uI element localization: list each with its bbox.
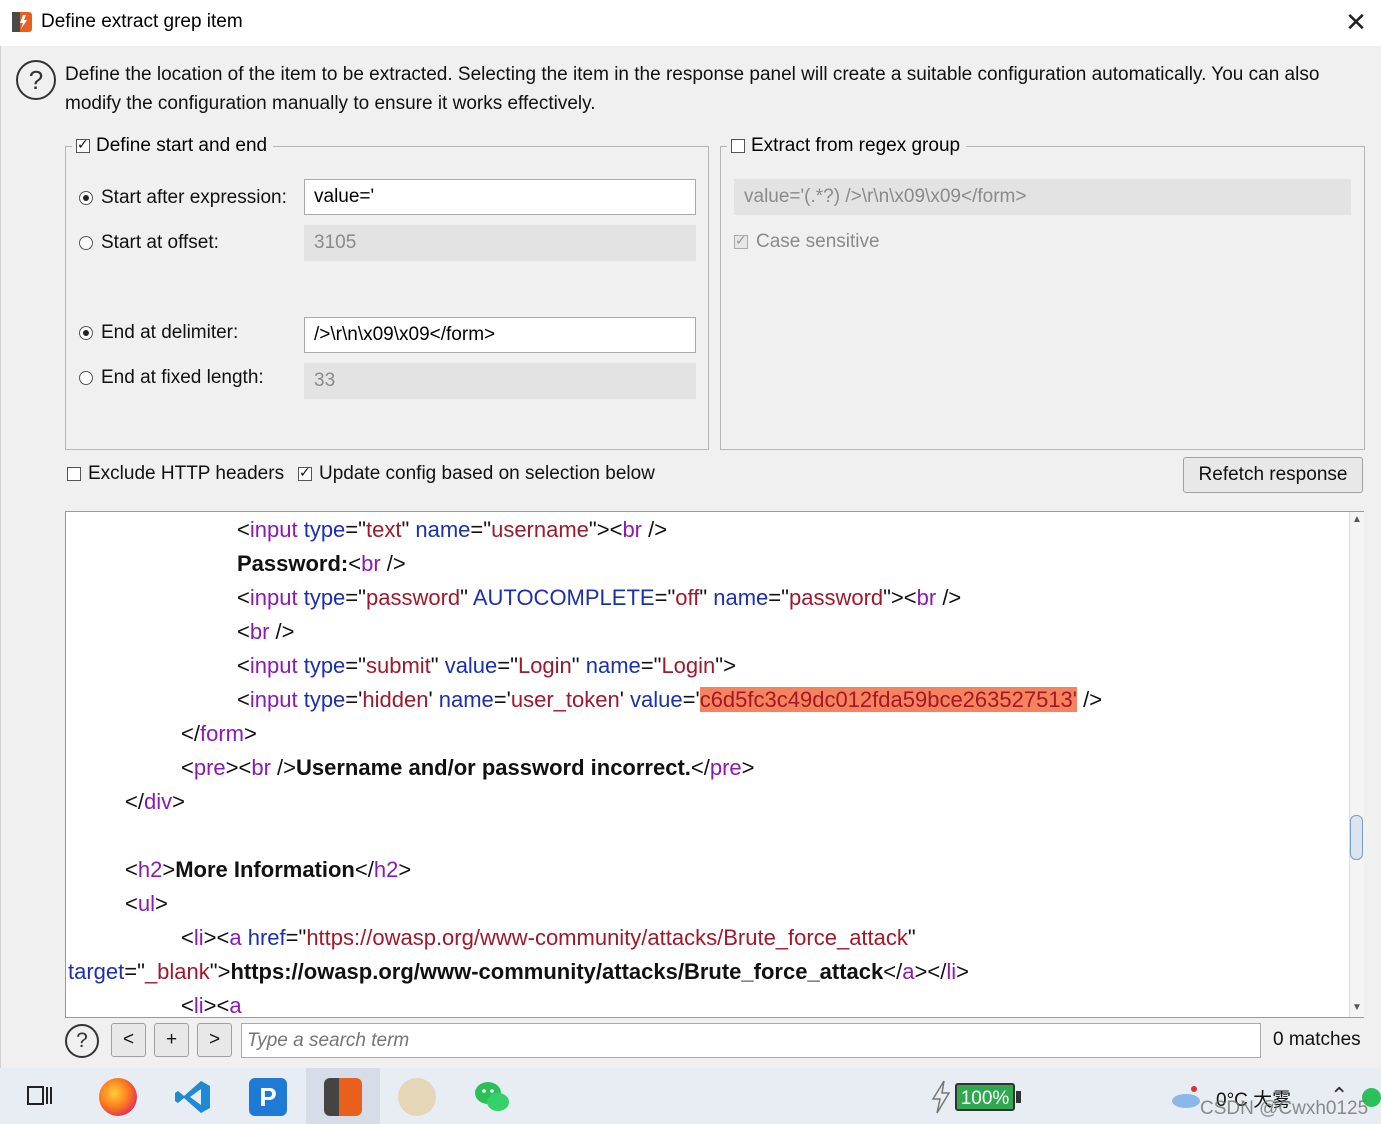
close-icon[interactable]: ✕	[1340, 6, 1372, 38]
scroll-down-icon[interactable]: ▼	[1352, 1002, 1362, 1013]
vertical-scrollbar[interactable]	[1349, 512, 1364, 1017]
update-config-label: Update config based on selection below	[319, 463, 655, 484]
power-icon	[930, 1080, 952, 1114]
burp-app-icon	[12, 12, 32, 32]
code-line: <ul>	[125, 891, 168, 916]
regex-group-label: Extract from regex group	[751, 135, 961, 156]
update-config-option[interactable]: Update config based on selection below	[298, 463, 655, 485]
define-start-end-label: Define start and end	[96, 135, 268, 156]
wechat-icon[interactable]	[473, 1078, 511, 1116]
search-add-button[interactable]: +	[154, 1023, 189, 1057]
start-offset-radio[interactable]	[79, 236, 93, 250]
response-panel[interactable]: <input type="text" name="username"><br /…	[65, 511, 1364, 1018]
exclude-headers-option[interactable]: Exclude HTTP headers	[67, 463, 284, 485]
scroll-up-icon[interactable]: ▲	[1352, 514, 1362, 525]
battery-indicator[interactable]: 100%	[955, 1083, 1015, 1111]
code-line: </form>	[181, 721, 257, 746]
end-fixed-length-label: End at fixed length:	[101, 367, 264, 388]
start-after-radio[interactable]	[79, 191, 93, 205]
code-line: <input type="submit" value="Login" name=…	[237, 653, 736, 678]
end-delimiter-option[interactable]: End at delimiter:	[79, 322, 238, 344]
match-count: 0 matches	[1273, 1029, 1361, 1050]
firefox-icon[interactable]	[99, 1078, 137, 1116]
define-start-end-checkbox[interactable]	[76, 136, 90, 153]
exclude-headers-label: Exclude HTTP headers	[88, 463, 285, 484]
code-line: <pre><br />Username and/or password inco…	[181, 755, 755, 780]
search-prev-button[interactable]: <	[111, 1023, 146, 1057]
start-offset-option[interactable]: Start at offset:	[79, 232, 219, 254]
exclude-headers-checkbox[interactable]	[67, 467, 81, 481]
vscode-icon[interactable]	[174, 1078, 212, 1116]
regex-legend[interactable]: Extract from regex group	[727, 135, 967, 157]
window-title: Define extract grep item	[41, 11, 243, 32]
regex-expression-input: value='(.*?) />\r\n\x09\x09</form>	[734, 179, 1351, 215]
scrollbar-thumb[interactable]	[1350, 815, 1363, 860]
case-sensitive-option: Case sensitive	[734, 231, 880, 253]
end-delimiter-radio[interactable]	[79, 326, 93, 340]
dialog-description: Define the location of the item to be ex…	[65, 64, 1320, 114]
p-app-icon[interactable]: P	[249, 1078, 287, 1116]
refetch-response-button[interactable]: Refetch response	[1183, 457, 1363, 493]
code-line: </div>	[125, 789, 185, 814]
end-delimiter-label: End at delimiter:	[101, 322, 239, 343]
code-line: Password:<br />	[237, 551, 406, 576]
selected-token[interactable]: c6d5fc3c49dc012fda59bce263527513'	[699, 687, 1077, 712]
task-view-icon[interactable]	[27, 1084, 53, 1108]
start-after-label: Start after expression:	[101, 187, 287, 208]
regex-group-checkbox[interactable]	[731, 139, 745, 153]
code-line: target="_blank">https://owasp.org/www-co…	[68, 959, 969, 984]
code-line: <h2>More Information</h2>	[125, 857, 412, 882]
start-offset-input: 3105	[304, 225, 696, 261]
weather-icon[interactable]	[1170, 1084, 1202, 1110]
start-end-legend[interactable]: Define start and end	[72, 135, 274, 157]
avatar-app-icon[interactable]	[398, 1078, 436, 1116]
code-line: <li><a	[181, 993, 242, 1018]
update-config-checkbox[interactable]	[298, 464, 312, 481]
end-fixed-length-radio[interactable]	[79, 371, 93, 385]
search-next-button[interactable]: >	[197, 1023, 232, 1057]
code-line: <br />	[237, 619, 295, 644]
end-fixed-length-option[interactable]: End at fixed length:	[79, 367, 264, 389]
code-line: <input type="text" name="username"><br /…	[237, 517, 668, 542]
battery-tip	[1016, 1091, 1021, 1103]
end-fixed-length-input: 33	[304, 363, 696, 399]
code-line: <li><a href="https://owasp.org/www-commu…	[181, 925, 916, 950]
end-delimiter-input[interactable]: />\r\n\x09\x09</form>	[304, 317, 696, 353]
start-after-input[interactable]: value='	[304, 179, 696, 215]
start-offset-label: Start at offset:	[101, 232, 219, 253]
burp-taskbar-icon[interactable]	[324, 1078, 362, 1116]
search-input[interactable]	[241, 1023, 1261, 1058]
help-icon[interactable]: ?	[16, 60, 56, 100]
watermark: CSDN @Cwxh0125	[1200, 1098, 1369, 1119]
case-sensitive-checkbox	[734, 232, 748, 249]
code-line: <input type="password" AUTOCOMPLETE="off…	[237, 585, 962, 610]
code-line: <input type='hidden' name='user_token' v…	[237, 687, 1103, 712]
case-sensitive-label: Case sensitive	[756, 231, 880, 252]
search-help-icon[interactable]: ?	[65, 1024, 99, 1058]
start-after-option[interactable]: Start after expression:	[79, 187, 287, 209]
